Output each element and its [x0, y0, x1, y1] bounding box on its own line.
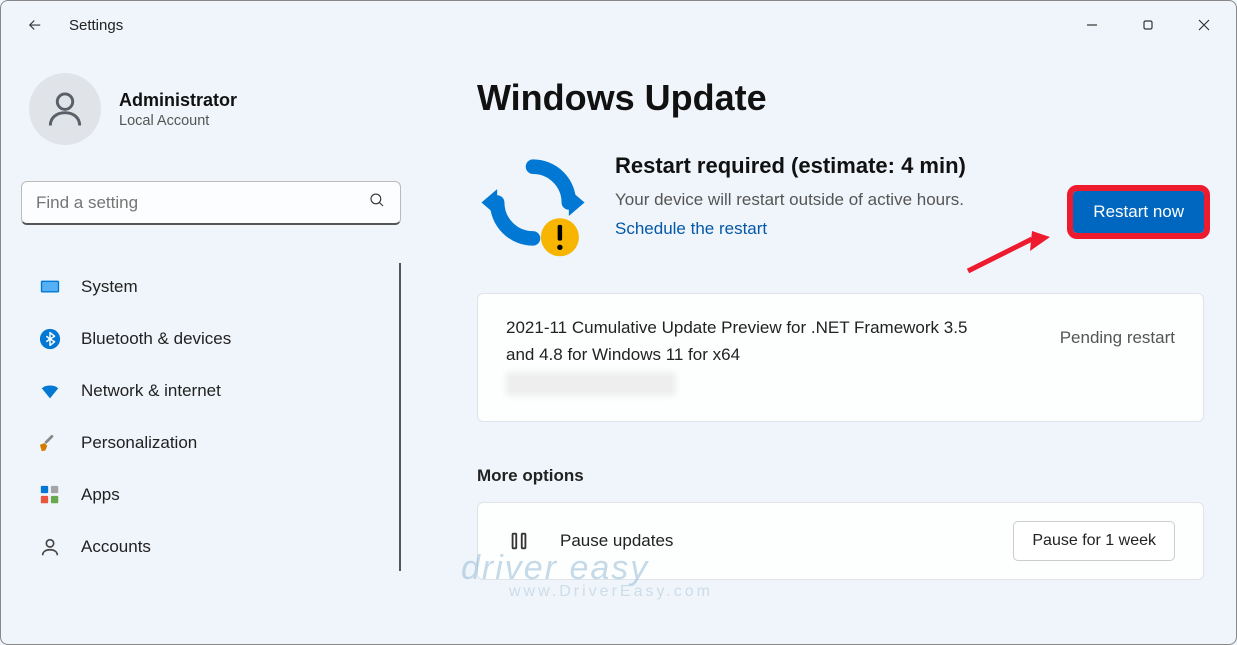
- redacted-text: [506, 372, 676, 396]
- sidebar-item-apps[interactable]: Apps: [21, 471, 387, 519]
- window-controls: [1064, 5, 1232, 45]
- pause-1-week-button[interactable]: Pause for 1 week: [1013, 521, 1175, 561]
- sidebar-item-system[interactable]: System: [21, 263, 387, 311]
- system-icon: [39, 276, 61, 298]
- main-content: Windows Update Restart required (estimat…: [421, 49, 1236, 644]
- more-options-label: More options: [477, 466, 1204, 486]
- sidebar-item-label: Bluetooth & devices: [81, 329, 231, 349]
- search-box[interactable]: [21, 181, 401, 225]
- wifi-icon: [39, 380, 61, 402]
- bluetooth-icon: [39, 328, 61, 350]
- sidebar-item-label: Apps: [81, 485, 120, 505]
- back-button[interactable]: [25, 15, 45, 35]
- person-icon: [39, 536, 61, 558]
- banner-subtitle: Your device will restart outside of acti…: [615, 187, 995, 213]
- user-name: Administrator: [119, 90, 237, 111]
- sidebar: Administrator Local Account System: [1, 49, 421, 644]
- sidebar-item-label: Personalization: [81, 433, 197, 453]
- update-status: Pending restart: [1060, 314, 1175, 348]
- banner-title: Restart required (estimate: 4 min): [615, 151, 995, 181]
- sidebar-item-label: Accounts: [81, 537, 151, 557]
- pause-updates-card[interactable]: Pause updates Pause for 1 week: [477, 502, 1204, 580]
- sidebar-item-network[interactable]: Network & internet: [21, 367, 387, 415]
- app-title: Settings: [69, 17, 123, 34]
- sidebar-item-personalization[interactable]: Personalization: [21, 419, 387, 467]
- update-name: 2021-11 Cumulative Update Preview for .N…: [506, 314, 976, 368]
- sidebar-item-label: Network & internet: [81, 381, 221, 401]
- sidebar-item-accounts[interactable]: Accounts: [21, 523, 387, 571]
- schedule-restart-link[interactable]: Schedule the restart: [615, 219, 995, 239]
- restart-banner: Restart required (estimate: 4 min) Your …: [477, 151, 1204, 263]
- maximize-button[interactable]: [1120, 5, 1176, 45]
- restart-now-button[interactable]: Restart now: [1073, 191, 1204, 233]
- close-button[interactable]: [1176, 5, 1232, 45]
- minimize-button[interactable]: [1064, 5, 1120, 45]
- brush-icon: [39, 432, 61, 454]
- annotation-arrow: [960, 229, 1050, 279]
- update-list-card: 2021-11 Cumulative Update Preview for .N…: [477, 293, 1204, 422]
- sidebar-nav: System Bluetooth & devices Network & int…: [21, 263, 401, 571]
- update-sync-icon: [477, 151, 589, 263]
- pause-icon: [506, 528, 532, 554]
- user-subtitle: Local Account: [119, 113, 237, 129]
- sidebar-item-label: System: [81, 277, 138, 297]
- user-profile[interactable]: Administrator Local Account: [21, 73, 401, 145]
- avatar: [29, 73, 101, 145]
- grid-icon: [39, 484, 61, 506]
- search-icon: [368, 191, 386, 214]
- pause-updates-label: Pause updates: [560, 531, 985, 551]
- sidebar-item-bluetooth[interactable]: Bluetooth & devices: [21, 315, 387, 363]
- titlebar: Settings: [1, 1, 1236, 49]
- search-input[interactable]: [36, 193, 368, 213]
- page-title: Windows Update: [477, 77, 1204, 119]
